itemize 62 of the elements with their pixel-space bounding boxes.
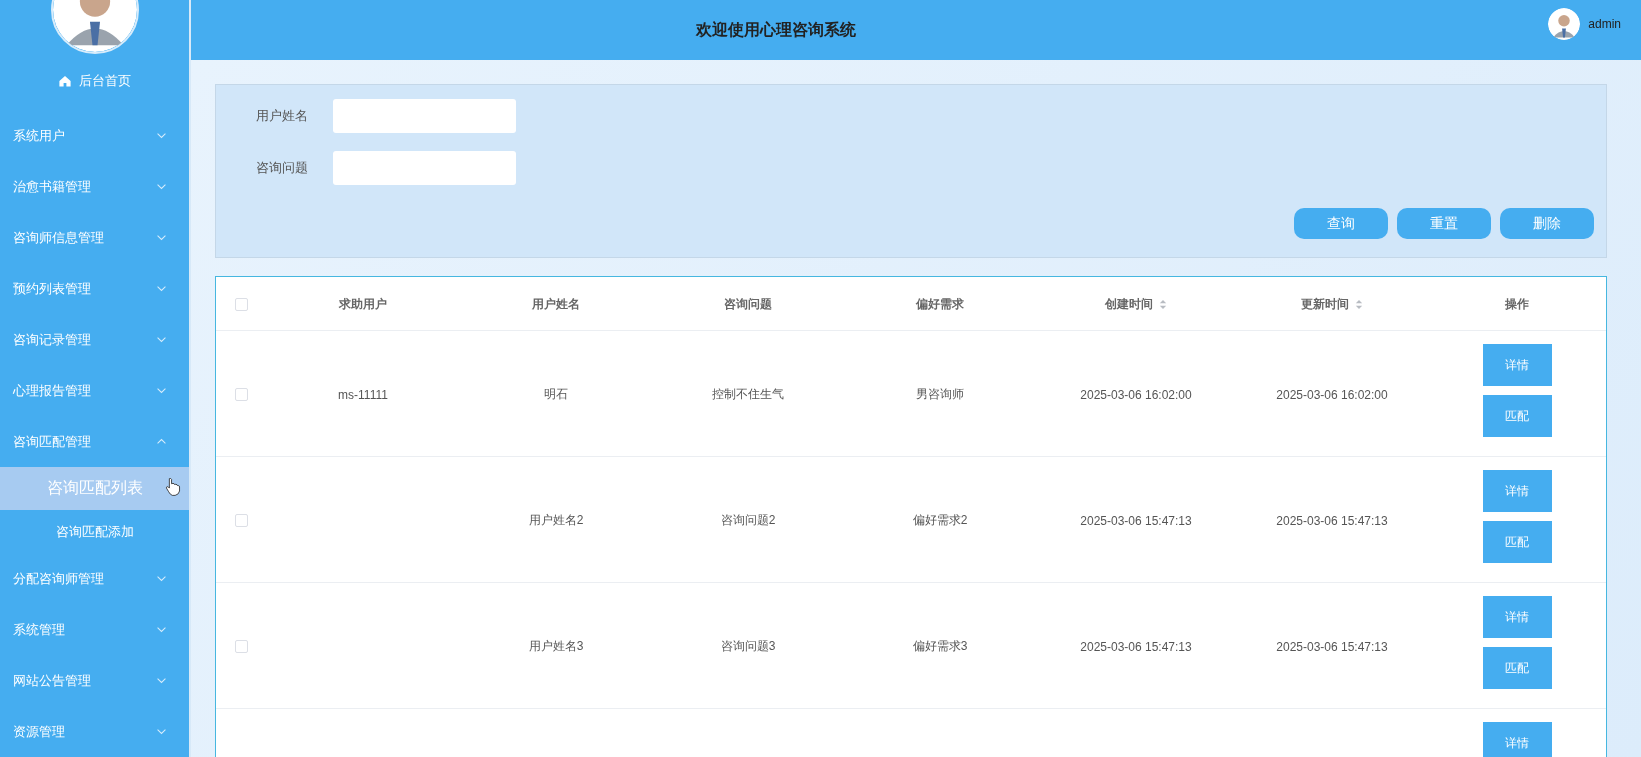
table-cell: 2025-03-06 16:02:00: [1276, 387, 1388, 402]
table-cell: 男咨询师: [916, 387, 964, 401]
details-button[interactable]: 详情: [1482, 344, 1552, 386]
details-button[interactable]: 详情: [1482, 596, 1552, 638]
column-header: 偏好需求: [916, 296, 964, 313]
menu-item[interactable]: 咨询师信息管理: [0, 212, 189, 263]
details-button[interactable]: 详情: [1482, 722, 1552, 757]
column-header[interactable]: 更新时间: [1301, 296, 1349, 313]
page-title: 欢迎使用心理咨询系统: [696, 19, 856, 40]
menu-item[interactable]: 系统管理: [0, 604, 189, 655]
table-cell: 咨询问题2: [720, 513, 776, 527]
details-button[interactable]: 详情: [1482, 470, 1552, 512]
menu-item[interactable]: 分配咨询师管理: [0, 553, 189, 604]
checkbox[interactable]: [234, 513, 248, 527]
submenu-item[interactable]: 咨询匹配添加: [0, 510, 189, 553]
menu-item[interactable]: 咨询匹配管理: [0, 416, 189, 467]
table-cell: 2025-03-06 15:47:13: [1276, 639, 1388, 654]
match-button[interactable]: 匹配: [1482, 395, 1552, 437]
menu-item[interactable]: 资源管理: [0, 706, 189, 757]
table-cell: 明石: [544, 387, 568, 401]
column-header: 咨询问题: [724, 296, 772, 313]
menu-item[interactable]: 预约列表管理: [0, 263, 189, 314]
column-header: 求助用户: [339, 296, 387, 313]
column-header: 操作: [1505, 296, 1529, 313]
table-cell: 2025-03-06 16:02:00: [1080, 387, 1192, 402]
sort-icon: [1355, 299, 1363, 310]
menu-item[interactable]: 治愈书籍管理: [0, 161, 189, 212]
table-cell: 偏好需求3: [912, 639, 968, 653]
search-button[interactable]: 查询: [1294, 208, 1388, 239]
checkbox[interactable]: [234, 639, 248, 653]
menu-item[interactable]: 网站公告管理: [0, 655, 189, 706]
input-field[interactable]: [333, 151, 516, 185]
match-button[interactable]: 匹配: [1482, 521, 1552, 563]
table-cell: 2025-03-06 15:47:13: [1276, 513, 1388, 528]
home-link[interactable]: 后台首页: [58, 72, 131, 90]
menu-item[interactable]: 心理报告管理: [0, 365, 189, 416]
delete-button[interactable]: 删除: [1500, 208, 1594, 239]
table-cell: 用户姓名3: [528, 639, 584, 653]
checkbox[interactable]: [234, 297, 248, 311]
menu-item[interactable]: 咨询记录管理: [0, 314, 189, 365]
match-button[interactable]: 匹配: [1482, 647, 1552, 689]
column-header[interactable]: 创建时间: [1105, 296, 1153, 313]
hand-cursor-icon: [165, 477, 181, 497]
menu-item[interactable]: 系统用户: [0, 110, 189, 161]
sort-icon: [1159, 299, 1167, 310]
checkbox[interactable]: [234, 387, 248, 401]
table-cell: 咨询问题3: [720, 639, 776, 653]
user-name[interactable]: admin: [1588, 17, 1621, 31]
user-avatar: [1548, 8, 1581, 40]
field-label: 用户姓名: [255, 107, 308, 125]
table-cell: 偏好需求2: [912, 513, 968, 527]
table-cell: ms-11111: [338, 387, 388, 402]
table-cell: 用户姓名2: [528, 513, 584, 527]
input-field[interactable]: [333, 99, 516, 133]
column-header: 用户姓名: [532, 296, 580, 313]
reset-button[interactable]: 重置: [1397, 208, 1491, 239]
table-cell: 控制不住生气: [712, 387, 784, 401]
table-cell: 2025-03-06 15:47:13: [1080, 513, 1192, 528]
home-icon: [58, 74, 72, 88]
table-cell: 2025-03-06 15:47:13: [1080, 639, 1192, 654]
field-label: 咨询问题: [255, 159, 308, 177]
submenu-item[interactable]: 咨询匹配列表: [0, 467, 189, 510]
